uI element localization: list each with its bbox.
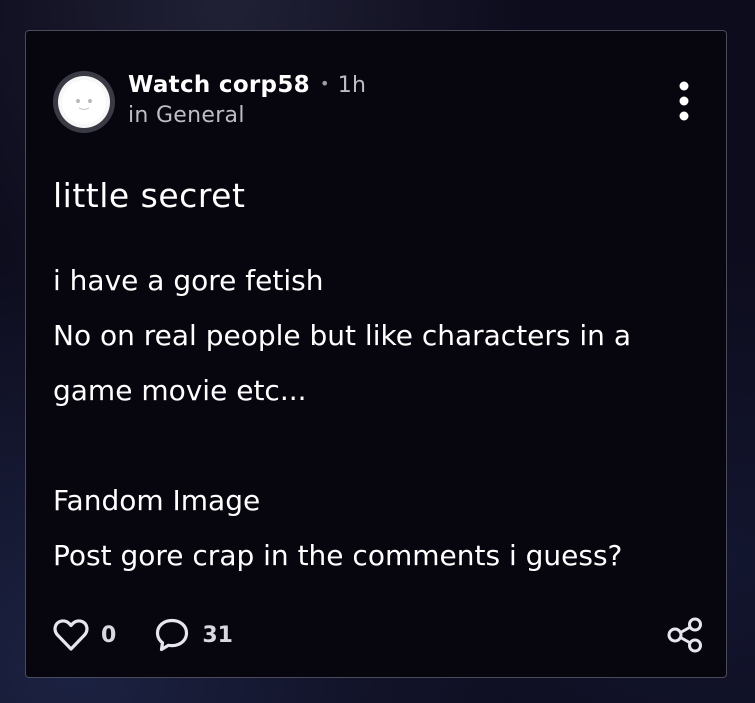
post-title[interactable]: little secret [53, 176, 245, 215]
comment-button[interactable]: 31 [154, 617, 233, 653]
speech-bubble-icon [156, 618, 189, 652]
vertical-dots-icon [679, 81, 689, 121]
avatar-image [58, 76, 110, 128]
post-meta: Watch corp58 • 1h [128, 72, 366, 98]
share-icon [667, 617, 702, 653]
body-line: Post gore crap in the comments i guess? [53, 539, 623, 572]
author-name[interactable]: Watch corp58 [128, 72, 310, 98]
author-avatar[interactable] [53, 71, 115, 133]
comment-count: 31 [202, 622, 233, 648]
more-options-button[interactable] [672, 79, 696, 123]
like-button[interactable]: 0 [53, 618, 116, 652]
body-line: No on real people but like characters in… [53, 319, 631, 352]
post-category[interactable]: in General [128, 103, 245, 128]
body-line: game movie etc... [53, 374, 307, 407]
post-time: 1h [337, 73, 367, 98]
post-body: i have a gore fetish No on real people b… [53, 253, 703, 583]
meta-separator: • [319, 74, 330, 93]
heart-icon [53, 619, 89, 651]
post-actions: 0 31 [53, 615, 271, 655]
share-button[interactable] [666, 617, 704, 653]
body-line: i have a gore fetish [53, 264, 324, 297]
body-line: Fandom Image [53, 484, 261, 517]
post-card: Watch corp58 • 1h in General little secret… [25, 30, 727, 678]
like-count: 0 [101, 622, 117, 648]
